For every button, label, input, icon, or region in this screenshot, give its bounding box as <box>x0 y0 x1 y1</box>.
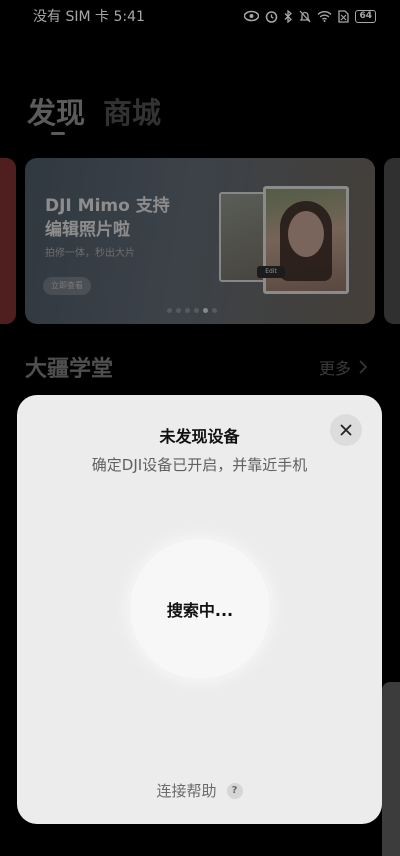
connection-help[interactable]: 连接帮助 ? <box>17 780 382 801</box>
close-button[interactable] <box>330 414 362 446</box>
searching-indicator: 搜索中... <box>130 539 270 679</box>
help-label[interactable]: 连接帮助 <box>156 780 216 801</box>
question-icon[interactable]: ? <box>226 782 243 799</box>
device-search-dialog: 未发现设备 确定DJI设备已开启，并靠近手机 搜索中... 连接帮助 ? <box>17 395 382 824</box>
dialog-title: 未发现设备 <box>159 427 240 446</box>
searching-label: 搜索中... <box>166 601 234 620</box>
dialog-subtitle: 确定DJI设备已开启，并靠近手机 <box>91 456 308 474</box>
close-icon <box>340 424 352 436</box>
